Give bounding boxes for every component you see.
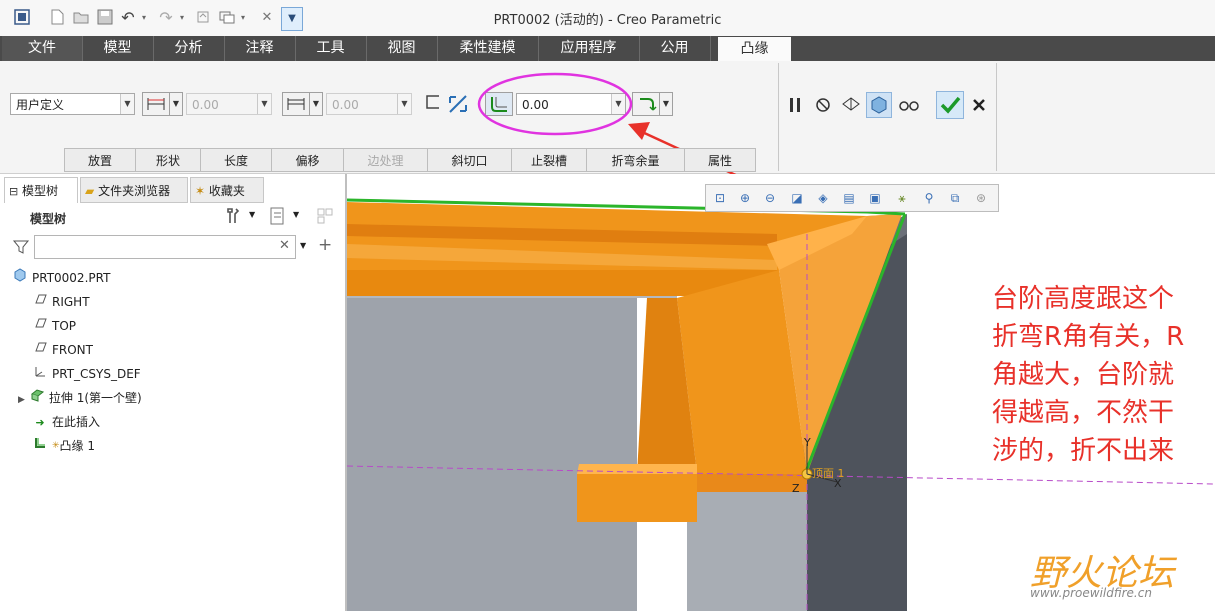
clear-search-icon[interactable]: ✕ bbox=[279, 238, 290, 253]
close-icon[interactable] bbox=[970, 96, 988, 114]
show-icon[interactable] bbox=[268, 206, 288, 226]
subtab-placement[interactable]: 放置 bbox=[64, 148, 136, 172]
subtab-offset[interactable]: 偏移 bbox=[271, 148, 344, 172]
nav-tab-folder-browser[interactable]: ▰ 文件夹浏览器 bbox=[80, 177, 188, 203]
tree-item-front[interactable]: FRONT bbox=[32, 339, 93, 361]
tree-item-csys[interactable]: PRT_CSYS_DEF bbox=[32, 363, 141, 385]
tree-filter-icon[interactable] bbox=[315, 206, 335, 226]
subtab-miter-cut[interactable]: 斜切口 bbox=[427, 148, 512, 172]
annotation-text: 台阶高度跟这个 折弯R角有关，R 角越大，台阶就 得越高，不然干 涉的，折不出来 bbox=[992, 280, 1214, 470]
tree-item-top[interactable]: TOP bbox=[32, 315, 76, 337]
display-style-icon[interactable]: ◈ bbox=[814, 189, 832, 207]
datum-display-icon[interactable]: ⚹ bbox=[893, 189, 911, 207]
tree-item-label: PRT0002.PRT bbox=[32, 271, 111, 285]
tree-item-insert-here[interactable]: ➜ 在此插入 bbox=[32, 411, 100, 433]
tree-item-label: RIGHT bbox=[52, 295, 90, 309]
pause-icon[interactable] bbox=[787, 95, 803, 115]
tree-item-flange[interactable]: ✳凸缘 1 bbox=[32, 435, 95, 457]
expand-arrow-icon[interactable]: ▶ bbox=[18, 395, 25, 405]
datum-label: 顶面 1 bbox=[812, 467, 845, 480]
tree-item-label: 拉伸 1(第一个壁) bbox=[48, 391, 142, 405]
spin-center-icon[interactable]: ⊛ bbox=[972, 189, 990, 207]
tree-item-label: TOP bbox=[52, 319, 77, 333]
extrude-icon bbox=[29, 388, 45, 410]
divider bbox=[996, 63, 997, 171]
axis-z-label: Z bbox=[792, 482, 800, 495]
datum-plane-icon bbox=[32, 316, 48, 338]
csys-display-icon[interactable]: ⚲ bbox=[920, 189, 938, 207]
annotation-line: 台阶高度跟这个 bbox=[992, 284, 1175, 314]
search-dropdown-icon[interactable]: ▼ bbox=[300, 241, 306, 250]
axis-y-label: Y bbox=[804, 436, 811, 449]
new-feature-star-icon: ✳ bbox=[52, 441, 60, 451]
check-icon[interactable] bbox=[936, 91, 964, 119]
annotation-line: 涉的，折不出来 bbox=[992, 436, 1175, 466]
tree-item-part[interactable]: PRT0002.PRT bbox=[12, 267, 110, 289]
repaint-icon[interactable]: ◪ bbox=[788, 189, 806, 207]
nav-tab-favorites[interactable]: ✶ 收藏夹 bbox=[190, 177, 264, 203]
nav-tab-model-tree[interactable]: ⊟ 模型树 bbox=[4, 177, 78, 203]
divider bbox=[778, 63, 779, 171]
datum-plane-icon bbox=[32, 340, 48, 362]
favorites-icon: ✶ bbox=[195, 184, 206, 198]
part-icon bbox=[12, 268, 28, 290]
csys-icon bbox=[32, 364, 48, 386]
filter-icon bbox=[12, 238, 30, 256]
subtab-bend-allowance[interactable]: 折弯余量 bbox=[586, 148, 685, 172]
folder-icon: ▰ bbox=[85, 184, 95, 198]
tree-item-label: PRT_CSYS_DEF bbox=[52, 367, 141, 381]
view-manager-icon[interactable]: ▣ bbox=[866, 189, 884, 207]
settings-tools-icon[interactable] bbox=[224, 206, 244, 226]
verify-icon[interactable] bbox=[866, 92, 892, 118]
nav-tab-label: 文件夹浏览器 bbox=[98, 184, 171, 198]
model-tree-tab-icon: ⊟ bbox=[9, 185, 19, 198]
nav-tab-label: 模型树 bbox=[22, 184, 59, 198]
annotation-line: 得越高，不然干 bbox=[992, 398, 1175, 428]
model-tree-header: 模型树 bbox=[30, 212, 67, 226]
subtab-relief[interactable]: 止裂槽 bbox=[511, 148, 587, 172]
subtab-length[interactable]: 长度 bbox=[200, 148, 272, 172]
watermark-url: www.proewildfire.cn bbox=[1030, 586, 1152, 600]
annotation-line: 折弯R角有关，R bbox=[992, 322, 1185, 352]
add-filter-icon[interactable]: + bbox=[318, 235, 332, 255]
flange-icon bbox=[32, 436, 48, 458]
subtab-properties[interactable]: 属性 bbox=[684, 148, 756, 172]
settings-dropdown-icon[interactable]: ▼ bbox=[249, 210, 255, 219]
tree-item-extrude[interactable]: ▶ 拉伸 1(第一个壁) bbox=[18, 387, 142, 409]
datum-plane-icon bbox=[32, 292, 48, 314]
insert-arrow-icon: ➜ bbox=[35, 416, 45, 429]
no-preview-icon[interactable] bbox=[815, 96, 831, 114]
annotation-display-icon[interactable]: ⧉ bbox=[946, 189, 964, 207]
refit-icon[interactable]: ⊡ bbox=[711, 189, 729, 207]
zoom-in-icon[interactable]: ⊕ bbox=[736, 189, 754, 207]
preview-icon[interactable] bbox=[840, 94, 862, 116]
annotation-line: 角越大，台阶就 bbox=[992, 360, 1175, 390]
zoom-out-icon[interactable]: ⊖ bbox=[761, 189, 779, 207]
saved-views-icon[interactable]: ▤ bbox=[840, 189, 858, 207]
tree-item-label: 凸缘 1 bbox=[59, 439, 95, 453]
tree-item-label: FRONT bbox=[52, 343, 93, 357]
tree-search-input[interactable] bbox=[34, 235, 296, 259]
glasses-icon[interactable] bbox=[898, 96, 920, 114]
show-dropdown-icon[interactable]: ▼ bbox=[293, 210, 299, 219]
subtab-edge-treatment: 边处理 bbox=[343, 148, 428, 172]
tree-item-label: 在此插入 bbox=[52, 415, 101, 429]
nav-tab-label: 收藏夹 bbox=[208, 184, 245, 198]
tree-item-right[interactable]: RIGHT bbox=[32, 291, 90, 313]
subtab-shape[interactable]: 形状 bbox=[135, 148, 201, 172]
